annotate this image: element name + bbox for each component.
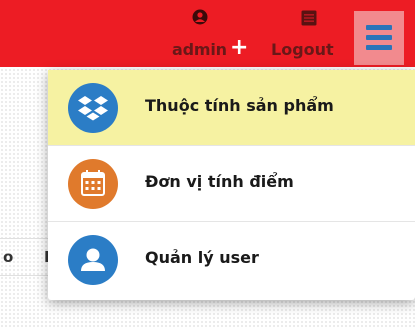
admin-user-link[interactable]: admin + (170, 8, 248, 63)
hamburger-bar (366, 25, 392, 30)
menu-toggle-button[interactable] (354, 11, 404, 65)
menu-item-label: Đơn vị tính điểm (145, 172, 294, 191)
logout-icon (301, 10, 317, 30)
top-navigation-bar: admin + Logout (0, 0, 415, 67)
dropdown-menu: Thuộc tính sản phẩm Đơn vị tính điểm Quả… (48, 70, 415, 300)
hamburger-bar (366, 35, 392, 40)
admin-username: admin (172, 40, 227, 59)
background-cell: o (3, 248, 14, 266)
menu-item-label: Thuộc tính sản phẩm (145, 96, 334, 115)
logout-label: Logout (271, 40, 334, 59)
logout-link[interactable]: Logout (270, 8, 348, 63)
menu-item-label: Quản lý user (145, 248, 259, 267)
user-icon (68, 235, 118, 285)
menu-item-point-units[interactable]: Đơn vị tính điểm (48, 146, 415, 222)
hamburger-bar (366, 45, 392, 50)
admin-plus-sign: + (230, 35, 249, 60)
dropbox-boxes-icon (68, 83, 118, 133)
user-circle-icon (192, 9, 208, 29)
calendar-icon (68, 159, 118, 209)
menu-item-product-attributes[interactable]: Thuộc tính sản phẩm (48, 70, 415, 146)
menu-item-user-management[interactable]: Quản lý user (48, 222, 415, 298)
